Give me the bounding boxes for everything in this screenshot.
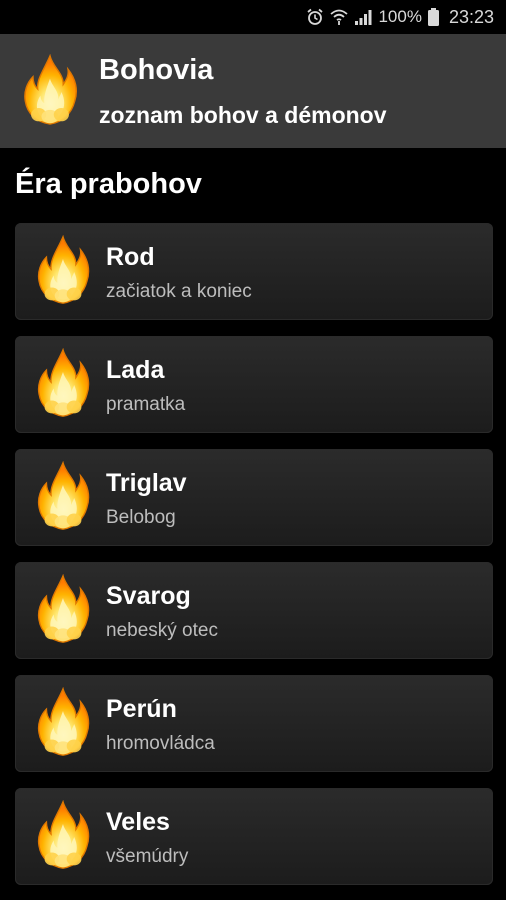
list-item-title: Lada <box>106 356 165 384</box>
list-item-title: Svarog <box>106 582 191 610</box>
list-item-subtitle: pramatka <box>106 394 186 415</box>
list-item-title: Triglav <box>106 469 187 497</box>
list-item[interactable]: Perún hromovládca <box>15 675 493 772</box>
flame-icon <box>35 348 91 418</box>
alarm-icon <box>306 8 324 26</box>
list-item[interactable]: Svarog nebeský otec <box>15 562 493 659</box>
status-time: 23:23 <box>448 6 494 27</box>
flame-icon <box>35 574 91 644</box>
list-item-subtitle: nebeský otec <box>106 620 218 641</box>
battery-percent: 100% <box>378 7 422 26</box>
section-title: Éra prabohov <box>15 168 202 200</box>
list-item-title: Perún <box>106 695 177 723</box>
list-item-subtitle: začiatok a koniec <box>106 281 252 302</box>
screen: 100% 23:23 Bohovia zoznam bohov a démono… <box>0 0 506 900</box>
list-item[interactable]: Triglav Belobog <box>15 449 493 546</box>
app-bar: Bohovia zoznam bohov a démonov <box>0 34 506 148</box>
god-list: Rod začiatok a koniec Lada pramatka Trig… <box>15 223 493 900</box>
flame-icon <box>35 461 91 531</box>
list-item[interactable]: Veles všemúdry <box>15 788 493 885</box>
list-item[interactable]: Lada pramatka <box>15 336 493 433</box>
status-bar: 100% 23:23 <box>0 0 506 34</box>
list-item-title: Rod <box>106 243 155 271</box>
list-item-title: Veles <box>106 808 170 836</box>
list-item-subtitle: hromovládca <box>106 733 215 754</box>
flame-icon <box>35 235 91 305</box>
list-item[interactable]: Rod začiatok a koniec <box>15 223 493 320</box>
app-title: Bohovia <box>99 54 214 86</box>
flame-icon <box>35 800 91 870</box>
flame-icon <box>35 687 91 757</box>
app-subtitle: zoznam bohov a démonov <box>99 102 387 128</box>
wifi-icon <box>330 8 349 26</box>
battery-icon <box>427 8 439 26</box>
signal-icon <box>354 8 372 26</box>
list-item-subtitle: všemúdry <box>106 846 189 867</box>
flame-icon <box>18 54 82 126</box>
list-item-subtitle: Belobog <box>106 507 176 528</box>
